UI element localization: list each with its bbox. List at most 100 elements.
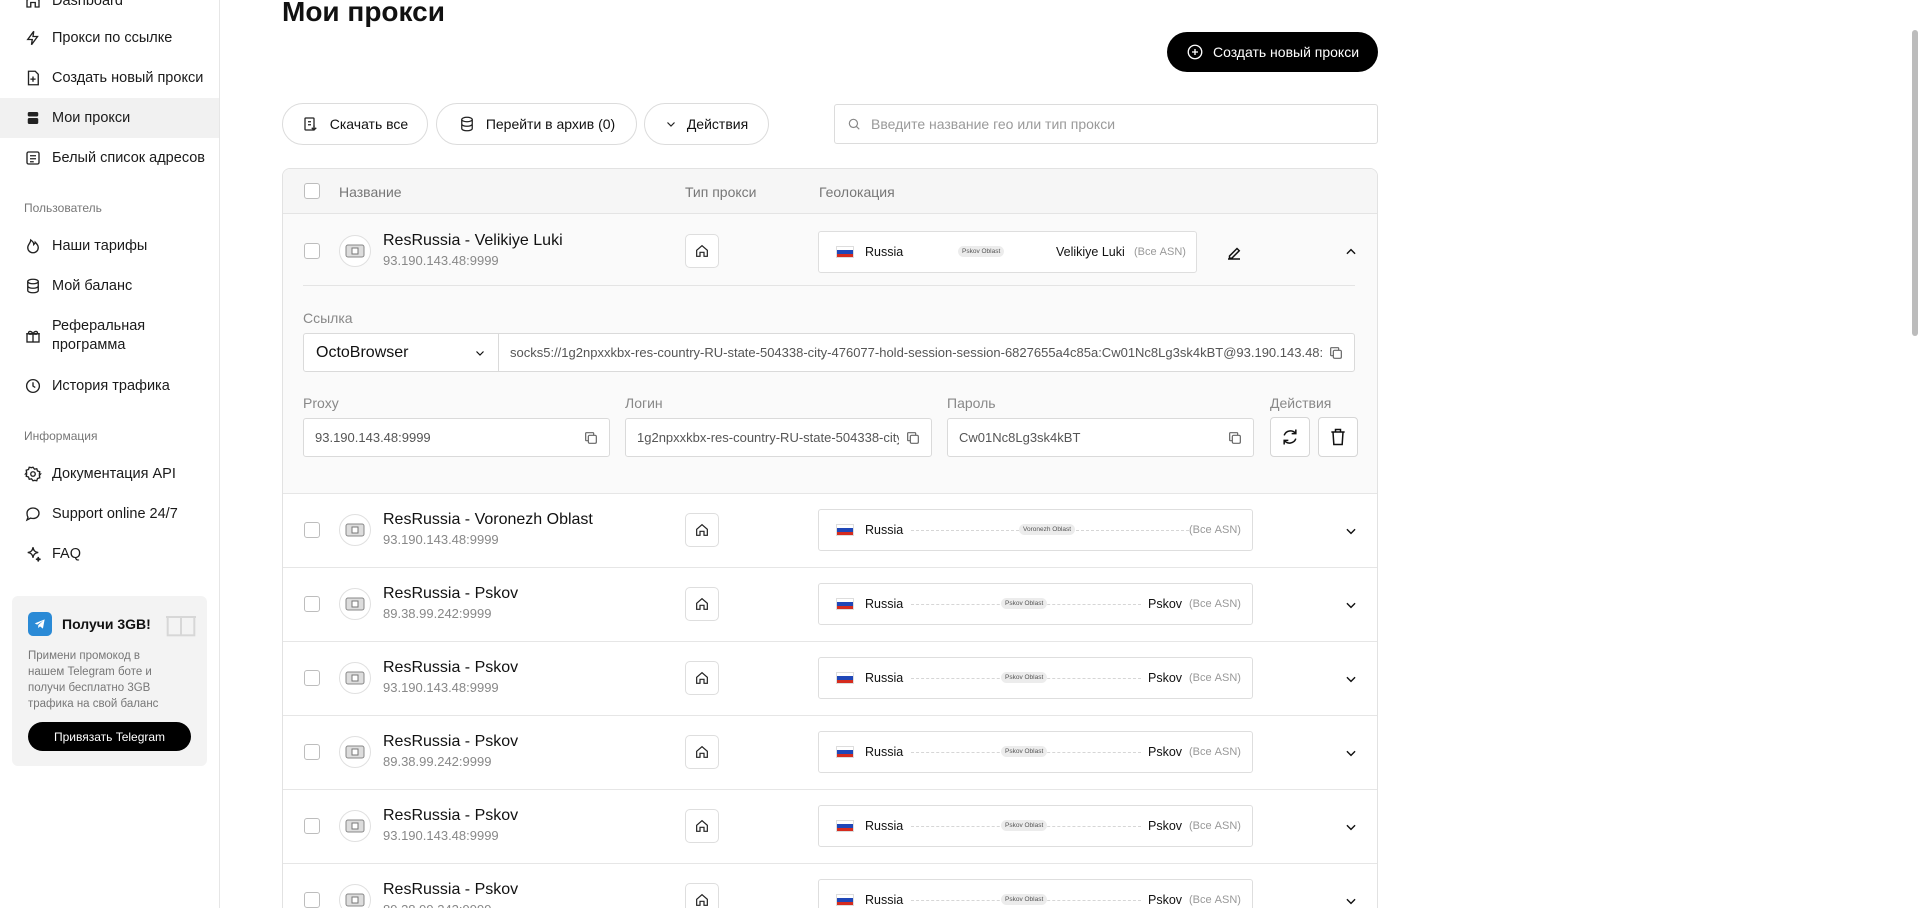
create-proxy-label: Создать новый прокси xyxy=(1212,44,1360,60)
table-row[interactable]: ResRussia - Pskov 89.38.99.242:9999 Russia… xyxy=(283,716,1377,790)
link-label: Ссылка xyxy=(303,310,353,326)
row-checkbox[interactable] xyxy=(304,522,320,538)
proxy-table: Название Тип прокси Геолокация ResRussia… xyxy=(282,168,1378,908)
chevron-down-icon[interactable] xyxy=(1344,672,1358,686)
table-row-expanded[interactable]: ResRussia - Velikiye Luki 93.190.143.48:… xyxy=(283,214,1377,494)
table-row[interactable]: ResRussia - Pskov 89.38.99.242:9999 Russia… xyxy=(283,864,1377,908)
sidebar-item-label: Мой баланс xyxy=(52,278,133,294)
geo-region: Pskov Oblast xyxy=(1001,598,1048,609)
geo-country: Russia xyxy=(865,745,904,759)
geo-asn: (Все ASN) xyxy=(1189,894,1241,906)
row-checkbox[interactable] xyxy=(304,243,320,259)
russia-flag-icon xyxy=(836,820,854,832)
create-proxy-button[interactable]: Создать новый прокси xyxy=(1167,32,1378,72)
proxy-ip: 89.38.99.242:9999 xyxy=(383,754,492,769)
section-info: Информация xyxy=(24,429,98,443)
login-field[interactable]: 1g2npxxkbx-res-country-RU-state-504338-c… xyxy=(625,418,932,457)
delete-button[interactable] xyxy=(1318,417,1358,457)
sidebar-item-label: Наши тарифы xyxy=(52,238,148,254)
sidebar-item-referral[interactable]: Реферальная программа xyxy=(0,310,219,362)
russia-flag-icon xyxy=(836,246,854,258)
chevron-down-icon[interactable] xyxy=(1344,894,1358,908)
copy-icon[interactable] xyxy=(1227,430,1243,446)
proxy-value: 93.190.143.48:9999 xyxy=(315,430,431,445)
residential-type-icon xyxy=(685,661,719,695)
table-row[interactable]: ResRussia - Pskov 93.190.143.48:9999 Russi… xyxy=(283,642,1377,716)
row-checkbox[interactable] xyxy=(304,892,320,908)
sidebar-item-support[interactable]: Support online 24/7 xyxy=(0,494,219,534)
proxy-avatar-icon xyxy=(339,514,371,546)
copy-icon[interactable] xyxy=(583,430,599,446)
proxy-avatar-icon xyxy=(339,588,371,620)
sidebar-item-balance[interactable]: Мой баланс xyxy=(0,266,219,306)
gear-icon xyxy=(24,465,42,483)
geo-location: Russia Pskov Oblast Pskov (Все ASN) xyxy=(818,805,1253,847)
edit-icon[interactable] xyxy=(1225,244,1243,262)
proxy-ip: 93.190.143.48:9999 xyxy=(383,253,499,268)
proxy-avatar-icon xyxy=(339,810,371,842)
chevron-down-icon[interactable] xyxy=(1344,598,1358,612)
search-input[interactable] xyxy=(871,116,1351,132)
archive-button[interactable]: Перейти в архив (0) xyxy=(436,103,637,145)
chevron-down-icon[interactable] xyxy=(1344,820,1358,834)
link-field[interactable]: socks5://1g2npxxkbx-res-country-RU-state… xyxy=(498,333,1355,372)
geo-location: Russia Pskov Oblast Pskov (Все ASN) xyxy=(818,657,1253,699)
geo-location: Russia Pskov Oblast Pskov (Все ASN) xyxy=(818,879,1253,908)
archive-label: Перейти в архив (0) xyxy=(485,116,616,132)
login-label: Логин xyxy=(625,395,663,411)
sidebar-item-label: История трафика xyxy=(52,378,170,394)
promo-title: Получи 3GB! xyxy=(62,616,151,632)
page-scrollbar[interactable] xyxy=(1912,30,1918,336)
table-row[interactable]: ResRussia - Voronezh Oblast 93.190.143.48… xyxy=(283,494,1377,568)
sidebar-item-api-docs[interactable]: Документация API xyxy=(0,454,219,494)
sidebar-item-traffic-history[interactable]: История трафика xyxy=(0,366,219,406)
copy-icon[interactable] xyxy=(1328,345,1344,361)
proxy-field[interactable]: 93.190.143.48:9999 xyxy=(303,418,610,457)
link-telegram-button[interactable]: Привязать Telegram xyxy=(28,722,191,751)
proxy-avatar-icon xyxy=(339,736,371,768)
russia-flag-icon xyxy=(836,894,854,906)
table-row[interactable]: ResRussia - Pskov 93.190.143.48:9999 Russi… xyxy=(283,790,1377,864)
trash-icon xyxy=(1331,428,1345,446)
sidebar-item-label: Dashboard xyxy=(52,0,123,9)
password-field[interactable]: Cw01Nc8Lg3sk4kBT xyxy=(947,418,1254,457)
chevron-down-icon[interactable] xyxy=(1344,524,1358,538)
geo-city: Pskov xyxy=(1148,745,1183,759)
sidebar-item-label: Прокси по ссылке xyxy=(52,30,173,46)
download-all-button[interactable]: Скачать все xyxy=(282,103,428,145)
row-checkbox[interactable] xyxy=(304,744,320,760)
table-row[interactable]: ResRussia - Pskov 89.38.99.242:9999 Russia… xyxy=(283,568,1377,642)
row-checkbox[interactable] xyxy=(304,818,320,834)
sidebar-item-link-proxy[interactable]: Прокси по ссылке xyxy=(0,18,219,58)
sidebar-item-label: Белый список адресов xyxy=(52,150,205,166)
row-checkbox[interactable] xyxy=(304,670,320,686)
sparkle-icon xyxy=(24,545,42,563)
select-all-checkbox[interactable] xyxy=(304,183,320,199)
chevron-down-icon[interactable] xyxy=(1344,746,1358,760)
geo-region: Pskov Oblast xyxy=(1001,894,1048,905)
browser-select[interactable]: OctoBrowser xyxy=(303,333,499,372)
residential-type-icon xyxy=(685,809,719,843)
actions-dropdown-button[interactable]: Действия xyxy=(644,103,769,145)
row-checkbox[interactable] xyxy=(304,596,320,612)
geo-asn: (Все ASN) xyxy=(1189,820,1241,832)
geo-country: Russia xyxy=(865,819,904,833)
geo-region: Pskov Oblast xyxy=(1001,820,1048,831)
link-value: socks5://1g2npxxkbx-res-country-RU-state… xyxy=(510,345,1322,360)
telegram-promo-card: Получи 3GB! Примени промокод в нашем Tel… xyxy=(12,596,207,766)
page-title: Мои прокси xyxy=(282,0,445,27)
sidebar-item-whitelist[interactable]: Белый список адресов xyxy=(0,138,219,178)
refresh-button[interactable] xyxy=(1270,417,1310,457)
proxy-avatar-icon xyxy=(339,235,371,267)
chevron-up-icon[interactable] xyxy=(1344,245,1358,259)
sidebar-item-faq[interactable]: FAQ xyxy=(0,534,219,574)
proxy-ip: 93.190.143.48:9999 xyxy=(383,680,499,695)
sidebar-item-my-proxies[interactable]: Мои прокси xyxy=(0,98,219,138)
proxy-name: ResRussia - Pskov xyxy=(383,659,519,676)
sidebar-item-tariffs[interactable]: Наши тарифы xyxy=(0,226,219,266)
copy-icon[interactable] xyxy=(905,430,921,446)
divider xyxy=(303,285,1355,286)
list-icon xyxy=(24,149,42,167)
sidebar-item-create-proxy[interactable]: Создать новый прокси xyxy=(0,58,219,98)
residential-type-icon xyxy=(685,587,719,621)
